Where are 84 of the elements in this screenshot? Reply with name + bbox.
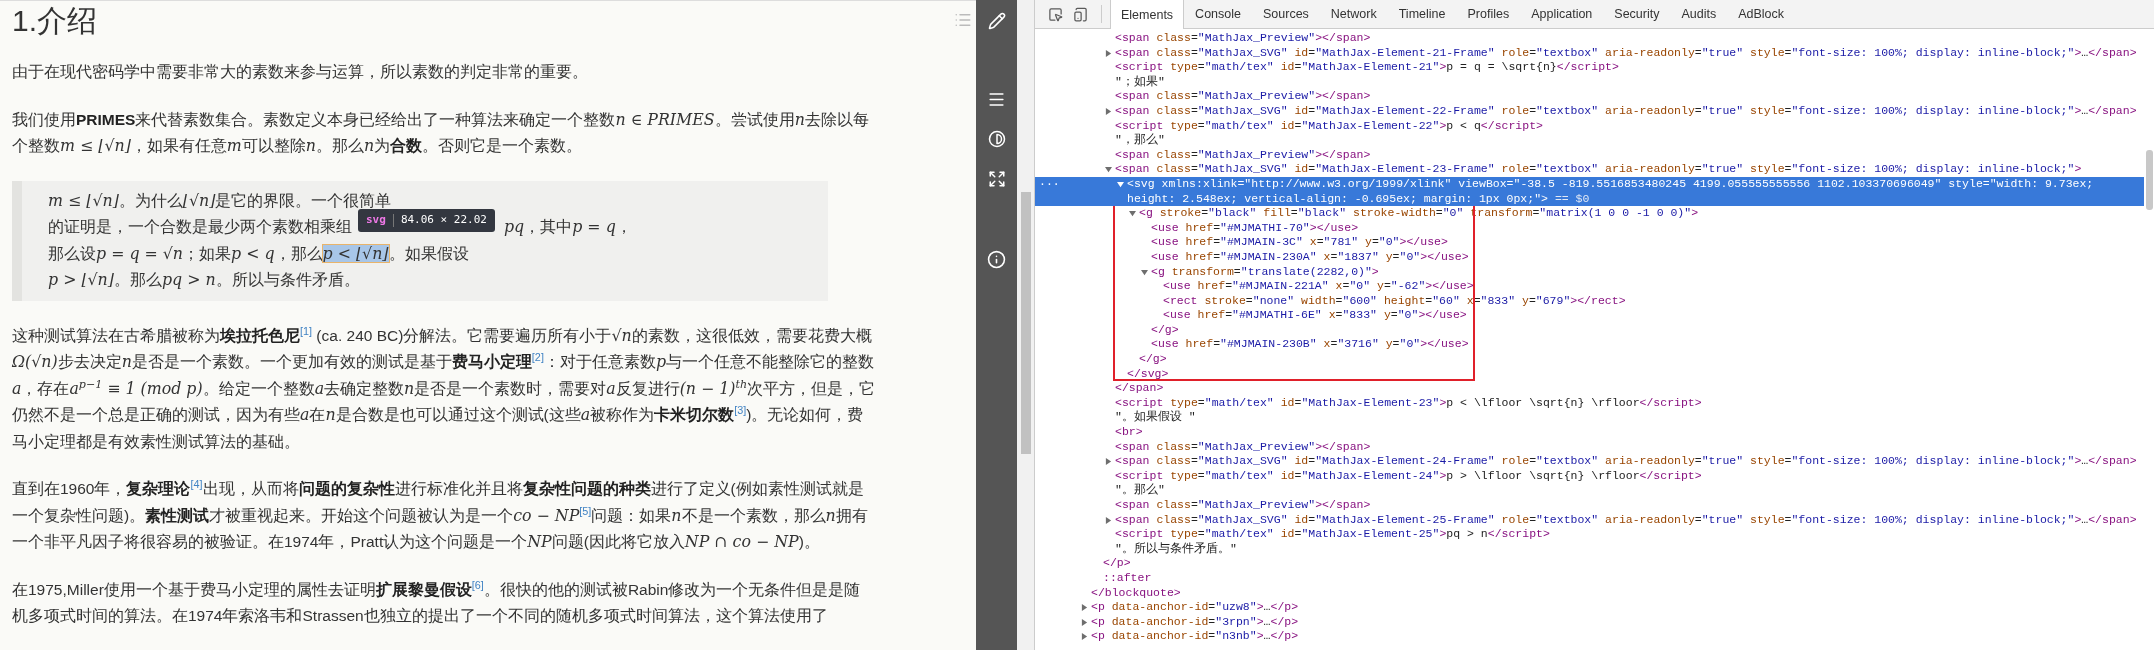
paragraph: 这种测试算法在古希腊被称为埃拉托色尼$^{[1]}$ (ca. 240 BC)分解法。它需要遍历所有小于√n的素数，这很低效，需要花费大概 Ω(√n)步去决定n是否是一个素数。一个更加有效的测试是基于费马小定理$^{[2]}$：对于任意素数p与一个任意不能整除它的整数 a，存在a$^{p−1}$ ≡ 1 (mod p)。给定一个整数a去确定整数n是否是一个素数时，需要对a反复进行(n − 1)$^{th}$次平方，但是，它仍然不是一个总是正确的测试，因为有些a在n是合数是也可以通过这个测试(这些a被称作为卡米切尔数$^{[3]}$)。无论如何，费马小定理都是有效素性测试算法的基础。 — [12, 323, 876, 452]
caret-icon[interactable] — [1105, 49, 1112, 57]
caret-icon[interactable] — [1105, 107, 1112, 115]
dom-node-line[interactable]: "。所以与条件矛盾。" — [1115, 541, 1237, 557]
dom-node-line[interactable]: <span class="MathJax_Preview"></span> — [1115, 31, 1371, 46]
paragraph: 直到在1960年，复杂理论$^{[4]}$出现，从而将问题的复杂性进行标准化并且将复杂性问题的种类进行了定义(例如素性测试就是一个复杂性问题)。素性测试才被重视起来。开始这个问题被认为是一个co − NP$^{[5]}$问题：如果n不是一个素数，那么n拥有一个非平凡因子将很容易的被验证。在1974年，Pratt认为这个问题是一个NP问题(因此将它放入NP ∩ co − NP)。 — [12, 476, 869, 553]
footnote-link[interactable]: [2] — [531, 350, 544, 363]
devtools-tab[interactable]: Application — [1520, 0, 1604, 28]
devtools-tab[interactable]: Elements — [1110, 0, 1185, 29]
pencil-icon[interactable] — [987, 12, 1006, 30]
dom-node-line[interactable]: <script type="math/tex" id="MathJax-Element-25">pq > n</script> — [1115, 527, 1550, 542]
caret-icon[interactable] — [1081, 618, 1088, 626]
dom-node-line[interactable]: <use href="#MJMATHI-70"></use> — [1151, 220, 1359, 236]
caret-icon[interactable] — [1129, 210, 1136, 218]
footnote-link[interactable]: [4] — [190, 477, 203, 490]
dom-node-line[interactable]: <span class="MathJax_Preview"></span> — [1115, 89, 1371, 104]
dom-node-line[interactable]: "。如果假设 " — [1115, 410, 1196, 426]
dom-node-line[interactable]: <span class="MathJax_Preview"></span> — [1115, 439, 1371, 455]
footnote-link[interactable]: [1] — [300, 324, 313, 337]
caret-icon[interactable] — [1105, 458, 1112, 466]
dom-node-line[interactable]: </svg> — [1127, 366, 1169, 382]
gutter-dots: ··· — [1039, 176, 1060, 192]
dom-node-line[interactable]: <script type="math/tex" id="MathJax-Element-22">p < q</script> — [1115, 118, 1543, 134]
dom-node-line[interactable]: <br> — [1115, 425, 1143, 440]
dom-node-line[interactable]: <use href="#MJMATHI-6E" x="833" y="0"></use> — [1163, 308, 1467, 323]
quote-text: 的证明是，一个合数是最少两个素数相乘组 — [48, 218, 352, 235]
dom-node-line[interactable]: <span class="MathJax_SVG" id="MathJax-Element-23-Frame" role="textbox" aria-readonly="true" style="font-size: 100%; display: inline-block;"> — [1115, 162, 2082, 177]
devtools-tab[interactable]: Audits — [1670, 0, 1728, 28]
devtools-tab[interactable]: Network — [1319, 0, 1388, 28]
scrollbar-thumb[interactable] — [1020, 192, 1031, 454]
tooltip-size: 84.06 × 22.02 — [400, 212, 487, 229]
dom-node-line[interactable]: </blockquote> — [1091, 585, 1181, 601]
dom-node-line[interactable]: "，那么" — [1115, 133, 1165, 148]
dom-node-line[interactable]: <script type="math/tex" id="MathJax-Element-21">p = q = \sqrt{n}</script> — [1115, 60, 1619, 75]
dom-node-line[interactable]: ::after — [1103, 570, 1152, 586]
dom-node-line[interactable]: <use href="#MJMAIN-230B" x="3716" y="0"></use> — [1151, 337, 1469, 353]
dom-node-line[interactable]: </span> — [1115, 381, 1164, 396]
quote-text: pq，其中p = q， — [504, 218, 632, 235]
paragraph: 在1975,Miller使用一个基于费马小定理的属性去证明扩展黎曼假设$^{[6]}$。很快的他的测试被Rabin修改为一个无条件但是是随机多项式时间的算法。在1974年索洛韦和Strassen也独立的提出了一个不同的随机多项式时间算法，这个算法使用了 — [12, 577, 862, 626]
dom-node-line[interactable]: <p data-anchor-id="3rpn">…</p> — [1091, 614, 1299, 630]
caret-icon[interactable] — [1117, 180, 1124, 188]
dom-node-line[interactable]: "。那么" — [1115, 483, 1165, 498]
dom-node-line[interactable]: <svg xmlns:xlink="http://www.w3.org/1999/xlink" viewBox="-38.5 -819.5516853480245 4199.055555555556 1102.103370696049" style="width: 9.73ex; height: 2.548ex; vertical-align: -0.695ex; margin: 1px 0px;"> == $0 — [1127, 176, 2144, 207]
info-icon[interactable] — [987, 250, 1006, 269]
dom-node-line[interactable]: <p data-anchor-id="uzw8">…</p> — [1091, 600, 1299, 615]
dom-node-line[interactable]: </g> — [1151, 322, 1179, 338]
scrollbar-thumb[interactable] — [2146, 150, 2153, 210]
menu-icon[interactable] — [987, 90, 1006, 109]
devtools-tab[interactable]: Sources — [1252, 0, 1320, 28]
footnote-link[interactable]: [6] — [471, 578, 484, 591]
dom-node-line[interactable]: <span class="MathJax_SVG" id="MathJax-Element-22-Frame" role="textbox" aria-readonly="true" style="font-size: 100%; display: inline-block;">…</span> — [1115, 103, 2137, 119]
dom-node-line[interactable]: <use href="#MJMAIN-230A" x="1837" y="0"></use> — [1151, 249, 1469, 265]
dom-node-line[interactable]: <g transform="translate(2282,0)"> — [1151, 264, 1379, 280]
dom-node-line[interactable]: <use href="#MJMAIN-3C" x="781" y="0"></use> — [1151, 235, 1448, 250]
dom-node-line[interactable]: <span class="MathJax_Preview"></span> — [1115, 147, 1371, 163]
footnote-link[interactable]: [3] — [734, 403, 747, 416]
dom-node-line[interactable]: <use href="#MJMAIN-221A" x="0" y="-62"></use> — [1163, 279, 1474, 294]
footnote-link[interactable]: [5] — [579, 504, 592, 517]
section-heading: 1.介绍 — [12, 3, 99, 39]
expand-icon[interactable] — [987, 170, 1006, 188]
devtools-tab[interactable]: Console — [1184, 0, 1252, 28]
dom-node-line[interactable]: <p data-anchor-id="n3nb">…</p> — [1091, 629, 1299, 644]
quote-line: p > ⌊√n⌋。那么pq > n。所以与条件矛盾。 — [48, 269, 361, 291]
dom-node-line[interactable]: </g> — [1139, 352, 1167, 367]
devtools-tab[interactable]: Profiles — [1456, 0, 1521, 28]
dom-node-line[interactable]: <span class="MathJax_SVG" id="MathJax-Element-24-Frame" role="textbox" aria-readonly="true" style="font-size: 100%; display: inline-block;">…</span> — [1115, 454, 2137, 469]
dom-node-line[interactable]: <script type="math/tex" id="MathJax-Element-23">p < \lfloor \sqrt{n} \rfloor</script> — [1115, 395, 1702, 411]
dom-node-line[interactable]: <span class="MathJax_SVG" id="MathJax-Element-25-Frame" role="textbox" aria-readonly="true" style="font-size: 100%; display: inline-block;">…</span> — [1115, 512, 2137, 528]
dom-node-line[interactable]: </p> — [1103, 556, 1131, 571]
dom-node-line[interactable]: <script type="math/tex" id="MathJax-Element-24">p > \lfloor \sqrt{n} \rfloor</script> — [1115, 468, 1702, 484]
caret-icon[interactable] — [1105, 516, 1112, 524]
contrast-icon[interactable] — [987, 130, 1006, 148]
caret-icon[interactable] — [1081, 633, 1088, 641]
caret-icon[interactable] — [1105, 166, 1112, 174]
devtools-tab[interactable]: Security — [1603, 0, 1671, 28]
dom-node-line[interactable]: <span class="MathJax_SVG" id="MathJax-Element-21-Frame" role="textbox" aria-readonly="true" style="font-size: 100%; display: inline-block;">…</span> — [1115, 45, 2137, 61]
dom-node-line[interactable]: <span class="MathJax_Preview"></span> — [1115, 498, 1371, 513]
caret-icon[interactable] — [1081, 604, 1088, 612]
devtools-tab[interactable]: Timeline — [1387, 0, 1457, 28]
paragraph: 我们使用PRIMES来代替素数集合。素数定义本身已经给出了一种算法来确定一个整数n ∈ PRIMES。尝试使用n去除以每个整数m ≤ ⌊√n⌋，如果有任意m可以整除n。那么n为合数。否则它是一个素数。 — [12, 108, 870, 157]
caret-icon[interactable] — [1141, 268, 1148, 276]
dom-node-line[interactable]: "；如果" — [1115, 74, 1165, 90]
paragraph: 由于在现代密码学中需要非常大的素数来参与运算，所以素数的判定非常的重要。 — [12, 62, 589, 82]
devtools-tab[interactable]: AdBlock — [1727, 0, 1796, 28]
